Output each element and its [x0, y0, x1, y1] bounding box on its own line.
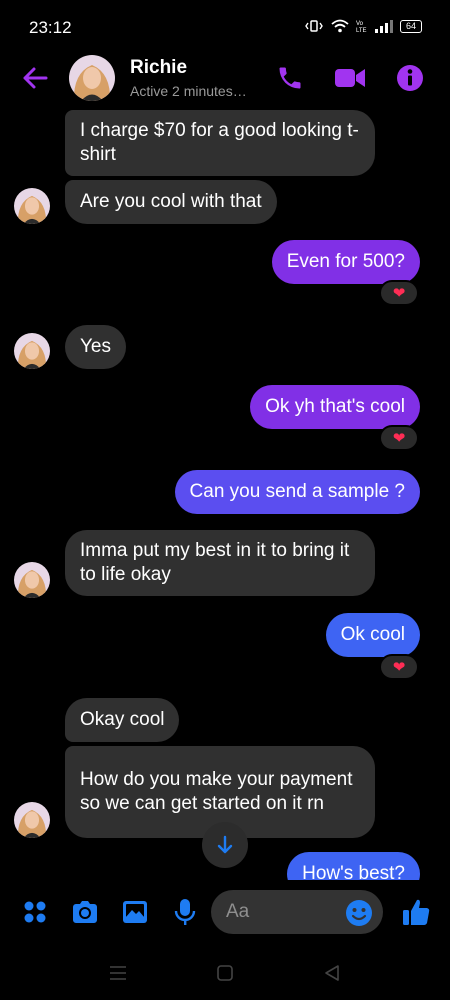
message-sent[interactable]: Ok yh that's cool — [250, 385, 420, 429]
contact-avatar-small[interactable] — [14, 333, 50, 369]
gallery-icon — [123, 901, 147, 923]
system-back-button[interactable] — [321, 962, 343, 984]
scroll-to-bottom-button[interactable] — [202, 822, 248, 868]
status-icons: Vo LTE 64 — [304, 19, 422, 33]
emoji-icon — [346, 900, 372, 926]
message-list[interactable]: I charge $70 for a good looking t-shirt … — [0, 106, 450, 880]
heart-icon: ❤ — [392, 659, 406, 676]
arrow-down-icon — [217, 835, 233, 854]
message-received[interactable]: Imma put my best in it to bring it to li… — [65, 530, 375, 596]
back-icon — [325, 965, 339, 981]
message-received[interactable]: Yes — [65, 325, 126, 369]
message-received[interactable]: Okay cool — [65, 698, 180, 742]
info-icon — [397, 65, 423, 91]
phone-icon — [279, 67, 301, 89]
battery-icon: 64 — [400, 19, 422, 33]
volte-icon: Vo LTE — [356, 19, 368, 33]
voice-call-button[interactable] — [274, 62, 306, 94]
recent-apps-button[interactable] — [107, 962, 129, 984]
home-icon — [217, 965, 233, 981]
like-button[interactable] — [400, 896, 432, 928]
contact-avatar-small[interactable] — [14, 802, 50, 838]
heart-reaction[interactable]: ❤ — [379, 654, 419, 680]
signal-icon — [375, 19, 393, 33]
home-button[interactable] — [214, 962, 236, 984]
wifi-icon — [331, 19, 349, 33]
back-arrow-icon — [23, 67, 48, 89]
contact-avatar[interactable] — [69, 55, 115, 101]
status-bar: 23:12 Vo LTE 64 — [0, 0, 450, 56]
vibrate-icon — [304, 19, 324, 33]
message-sent[interactable]: Even for 500? — [271, 240, 420, 284]
contact-name[interactable]: Richie — [130, 57, 187, 79]
heart-reaction[interactable]: ❤ — [379, 425, 419, 451]
message-received[interactable]: I charge $70 for a good looking t-shirt — [65, 110, 375, 176]
contact-avatar-small[interactable] — [14, 562, 50, 598]
camera-icon — [73, 901, 97, 923]
thumbs-up-icon — [403, 899, 430, 925]
message-received[interactable]: Are you cool with that — [65, 180, 277, 224]
svg-text:Vo: Vo — [356, 21, 364, 27]
composer-bar — [0, 880, 450, 946]
microphone-icon — [174, 899, 196, 925]
contact-avatar-small[interactable] — [14, 188, 50, 224]
heart-reaction[interactable]: ❤ — [379, 280, 419, 306]
status-time: 23:12 — [29, 18, 72, 37]
apps-icon — [24, 901, 46, 923]
svg-text:LTE: LTE — [356, 28, 367, 33]
recent-apps-icon — [110, 966, 126, 980]
heart-icon: ❤ — [392, 430, 406, 447]
message-sent[interactable]: How's best? — [287, 852, 420, 880]
video-call-button[interactable] — [334, 62, 366, 94]
video-call-icon — [335, 69, 365, 87]
camera-button[interactable] — [69, 896, 101, 928]
apps-button[interactable] — [19, 896, 51, 928]
info-button[interactable] — [394, 62, 426, 94]
back-button[interactable] — [20, 63, 50, 93]
voice-message-button[interactable] — [169, 896, 201, 928]
system-navigation-bar — [0, 946, 450, 1000]
emoji-button[interactable] — [345, 899, 373, 927]
heart-icon: ❤ — [392, 285, 406, 302]
gallery-button[interactable] — [119, 896, 151, 928]
contact-active-status: Active 2 minutes… — [130, 83, 247, 99]
chat-header: Richie Active 2 minutes… — [0, 50, 450, 106]
message-sent[interactable]: Ok cool — [325, 613, 420, 657]
message-sent[interactable]: Can you send a sample ? — [174, 470, 420, 514]
